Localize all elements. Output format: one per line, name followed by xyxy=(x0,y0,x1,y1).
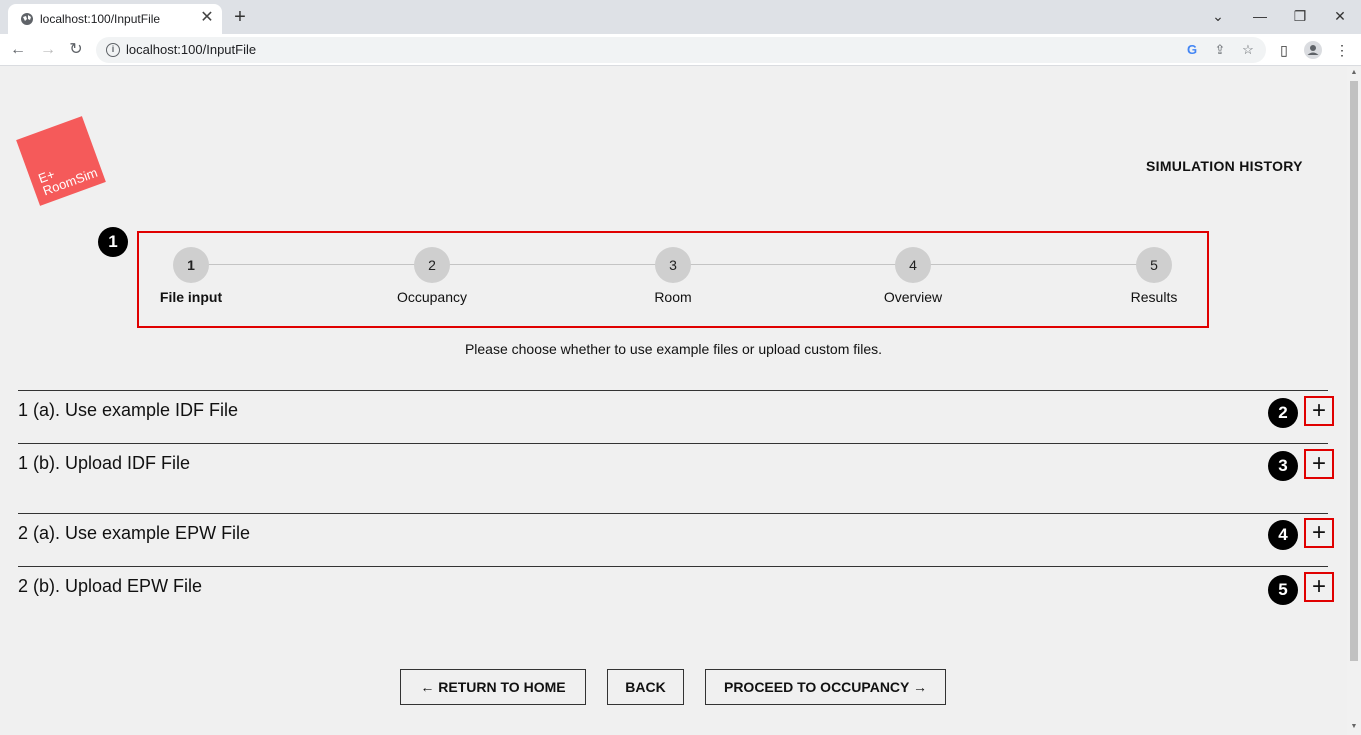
instruction-text: Please choose whether to use example fil… xyxy=(464,341,883,357)
expand-example-epw-button[interactable]: + xyxy=(1304,518,1334,548)
accordion-title-upload-epw[interactable]: 2 (b). Upload EPW File xyxy=(18,576,202,597)
new-tab-button[interactable]: + xyxy=(230,6,250,28)
divider xyxy=(18,390,1328,391)
scrollbar[interactable]: ▲ ▼ xyxy=(1347,67,1361,735)
expand-example-idf-button[interactable]: + xyxy=(1304,396,1334,426)
step-number: 1 xyxy=(173,247,209,283)
step-occupancy[interactable]: 2 Occupancy xyxy=(372,247,492,307)
annotation-badge-3: 3 xyxy=(1268,451,1298,481)
step-label: Occupancy xyxy=(396,289,468,305)
step-number: 4 xyxy=(895,247,931,283)
tab-search-icon[interactable]: ⌄ xyxy=(1206,6,1230,26)
step-number: 3 xyxy=(655,247,691,283)
url-text[interactable]: localhost:100/InputFile xyxy=(126,42,256,57)
expand-upload-epw-button[interactable]: + xyxy=(1304,572,1334,602)
logo[interactable]: E+ RoomSim xyxy=(16,116,106,206)
step-file-input[interactable]: 1 File input xyxy=(131,247,251,307)
divider xyxy=(18,443,1328,444)
reload-icon[interactable]: ↻ xyxy=(66,40,86,60)
return-home-button[interactable]: ← RETURN TO HOME xyxy=(400,669,586,705)
step-label: Results xyxy=(1130,289,1178,305)
side-panel-icon[interactable]: ▯ xyxy=(1274,40,1294,60)
browser-toolbar: ← → ↻ i localhost:100/InputFile G ⇪ ☆ ▯ … xyxy=(0,34,1361,66)
step-label: Room xyxy=(654,289,692,305)
scroll-thumb[interactable] xyxy=(1350,81,1358,661)
divider xyxy=(18,566,1328,567)
annotation-badge-4: 4 xyxy=(1268,520,1298,550)
step-label: Overview xyxy=(883,289,943,305)
minimize-button[interactable]: — xyxy=(1248,6,1272,26)
close-tab-icon[interactable]: ✕ xyxy=(198,9,216,27)
divider xyxy=(18,513,1328,514)
tab-title: localhost:100/InputFile xyxy=(40,12,161,26)
back-arrow-icon[interactable]: ← xyxy=(8,40,28,60)
annotation-badge-5: 5 xyxy=(1268,575,1298,605)
browser-tab[interactable]: localhost:100/InputFile ✕ xyxy=(8,4,222,34)
simulation-history-link[interactable]: SIMULATION HISTORY xyxy=(1146,158,1303,174)
browser-tabbar: localhost:100/InputFile ✕ + ⌄ — ❐ ✕ xyxy=(0,0,1361,34)
annotation-badge-1: 1 xyxy=(98,227,128,257)
info-icon[interactable]: i xyxy=(106,43,120,57)
forward-arrow-icon[interactable]: → xyxy=(38,40,58,60)
scroll-up-icon[interactable]: ▲ xyxy=(1349,69,1359,77)
star-icon[interactable]: ☆ xyxy=(1240,42,1256,58)
address-bar[interactable]: i localhost:100/InputFile G ⇪ ☆ xyxy=(96,37,1266,63)
proceed-to-occupancy-button[interactable]: PROCEED TO OCCUPANCY → xyxy=(705,669,946,705)
share-icon[interactable]: ⇪ xyxy=(1212,42,1228,58)
scroll-down-icon[interactable]: ▼ xyxy=(1349,723,1359,731)
accordion-title-example-epw[interactable]: 2 (a). Use example EPW File xyxy=(18,523,250,544)
maximize-button[interactable]: ❐ xyxy=(1288,6,1312,26)
step-number: 2 xyxy=(414,247,450,283)
menu-icon[interactable]: ⋮ xyxy=(1332,40,1352,60)
step-number: 5 xyxy=(1136,247,1172,283)
page: E+ RoomSim SIMULATION HISTORY 1 1 File i… xyxy=(0,67,1347,735)
step-label: File input xyxy=(159,289,223,305)
close-window-button[interactable]: ✕ xyxy=(1328,6,1352,26)
profile-icon[interactable] xyxy=(1303,40,1323,60)
step-results[interactable]: 5 Results xyxy=(1094,247,1214,307)
accordion-title-example-idf[interactable]: 1 (a). Use example IDF File xyxy=(18,400,238,421)
accordion-title-upload-idf[interactable]: 1 (b). Upload IDF File xyxy=(18,453,190,474)
google-icon[interactable]: G xyxy=(1184,42,1200,58)
logo-text: E+ RoomSim xyxy=(36,164,100,199)
step-overview[interactable]: 4 Overview xyxy=(853,247,973,307)
annotation-badge-2: 2 xyxy=(1268,398,1298,428)
step-room[interactable]: 3 Room xyxy=(613,247,733,307)
globe-icon xyxy=(21,13,33,25)
back-button[interactable]: BACK xyxy=(607,669,684,705)
expand-upload-idf-button[interactable]: + xyxy=(1304,449,1334,479)
